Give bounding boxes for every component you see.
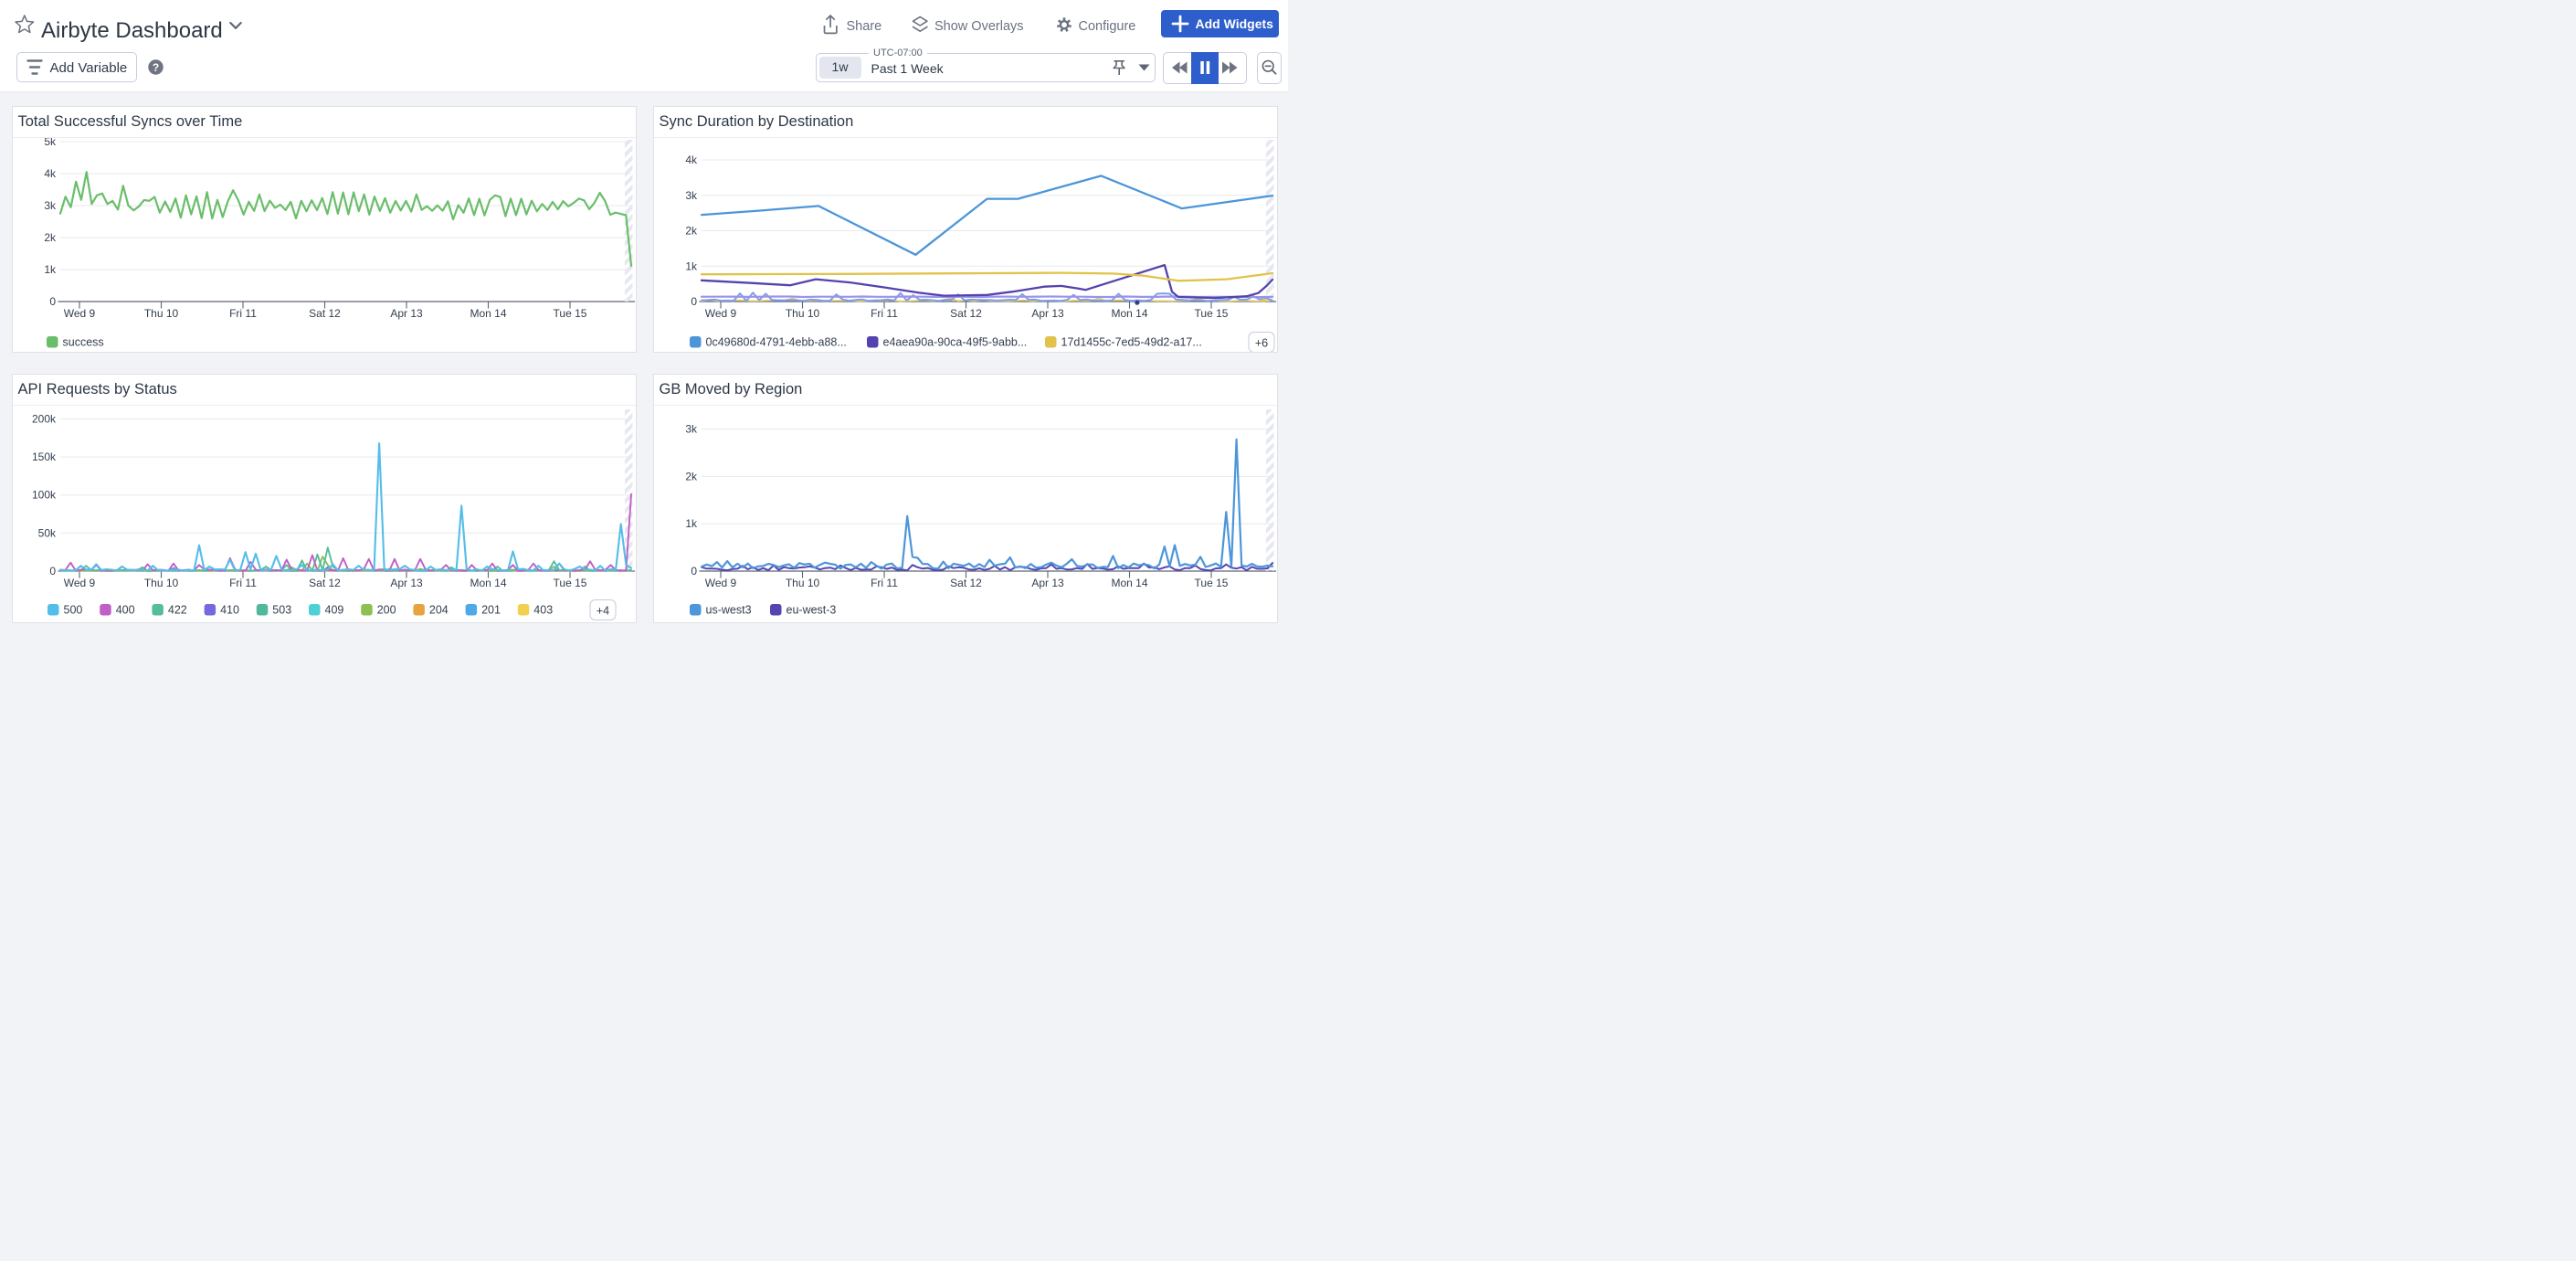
svg-text:100k: 100k bbox=[32, 488, 57, 501]
svg-text:0: 0 bbox=[691, 295, 697, 308]
svg-text:3k: 3k bbox=[44, 199, 57, 212]
svg-text:Mon 14: Mon 14 bbox=[470, 307, 506, 320]
svg-text:Fri 11: Fri 11 bbox=[229, 307, 257, 320]
svg-text:Tue 15: Tue 15 bbox=[1195, 307, 1229, 320]
svg-text:Fri 11: Fri 11 bbox=[871, 307, 898, 320]
svg-text:Thu 10: Thu 10 bbox=[144, 307, 179, 320]
svg-text:17d1455c-7ed5-49d2-a17...: 17d1455c-7ed5-49d2-a17... bbox=[1061, 336, 1202, 349]
svg-text:Tue 15: Tue 15 bbox=[1195, 576, 1229, 588]
svg-text:Sat 12: Sat 12 bbox=[309, 307, 341, 320]
svg-text:Apr 13: Apr 13 bbox=[1031, 576, 1064, 588]
svg-text:0: 0 bbox=[49, 565, 56, 578]
svg-text:Mon 14: Mon 14 bbox=[1111, 576, 1147, 588]
svg-text:201: 201 bbox=[481, 603, 501, 616]
svg-text:Sat 12: Sat 12 bbox=[950, 576, 982, 588]
svg-text:+6: +6 bbox=[1255, 336, 1268, 349]
svg-text:400: 400 bbox=[116, 603, 135, 616]
svg-text:150k: 150k bbox=[32, 450, 57, 463]
svg-text:Mon 14: Mon 14 bbox=[1111, 307, 1147, 320]
svg-text:Wed 9: Wed 9 bbox=[705, 307, 737, 320]
svg-text:3k: 3k bbox=[685, 422, 698, 435]
svg-text:us-west3: us-west3 bbox=[706, 603, 752, 616]
svg-text:Mon 14: Mon 14 bbox=[470, 576, 506, 588]
svg-text:4k: 4k bbox=[44, 167, 57, 180]
svg-text:500: 500 bbox=[64, 603, 83, 616]
svg-text:Tue 15: Tue 15 bbox=[554, 576, 587, 588]
svg-text:0: 0 bbox=[691, 565, 697, 578]
svg-text:50k: 50k bbox=[38, 526, 57, 539]
svg-text:Sat 12: Sat 12 bbox=[950, 307, 982, 320]
svg-text:3k: 3k bbox=[685, 189, 698, 202]
svg-text:1k: 1k bbox=[685, 517, 698, 530]
svg-text:2k: 2k bbox=[685, 225, 698, 238]
svg-text:Thu 10: Thu 10 bbox=[786, 576, 820, 588]
svg-text:+4: +4 bbox=[596, 604, 609, 617]
svg-text:200: 200 bbox=[377, 603, 396, 616]
svg-text:eu-west-3: eu-west-3 bbox=[787, 603, 837, 616]
svg-text:Sat 12: Sat 12 bbox=[309, 576, 341, 588]
svg-text:410: 410 bbox=[220, 603, 239, 616]
svg-text:Apr 13: Apr 13 bbox=[1031, 307, 1064, 320]
svg-text:Fri 11: Fri 11 bbox=[871, 576, 898, 588]
svg-text:Apr 13: Apr 13 bbox=[390, 576, 423, 588]
svg-text:success: success bbox=[63, 336, 104, 349]
svg-text:Tue 15: Tue 15 bbox=[554, 307, 587, 320]
svg-text:204: 204 bbox=[429, 603, 449, 616]
svg-text:1k: 1k bbox=[685, 260, 698, 272]
svg-text:0: 0 bbox=[49, 295, 56, 308]
svg-text:Apr 13: Apr 13 bbox=[390, 307, 423, 320]
svg-text:503: 503 bbox=[272, 603, 291, 616]
svg-text:Wed 9: Wed 9 bbox=[64, 576, 96, 588]
svg-text:?: ? bbox=[153, 61, 159, 74]
svg-text:Wed 9: Wed 9 bbox=[705, 576, 737, 588]
svg-text:0c49680d-4791-4ebb-a88...: 0c49680d-4791-4ebb-a88... bbox=[706, 336, 847, 349]
svg-text:e4aea90a-90ca-49f5-9abb...: e4aea90a-90ca-49f5-9abb... bbox=[883, 336, 1028, 349]
svg-text:Fri 11: Fri 11 bbox=[229, 576, 257, 588]
svg-text:4k: 4k bbox=[685, 154, 698, 166]
svg-text:Thu 10: Thu 10 bbox=[144, 576, 179, 588]
svg-text:200k: 200k bbox=[32, 412, 57, 425]
svg-text:1k: 1k bbox=[44, 263, 57, 276]
svg-text:409: 409 bbox=[325, 603, 344, 616]
svg-text:2k: 2k bbox=[44, 231, 57, 244]
svg-text:422: 422 bbox=[168, 603, 187, 616]
svg-text:403: 403 bbox=[533, 603, 553, 616]
svg-text:Thu 10: Thu 10 bbox=[786, 307, 820, 320]
svg-text:2k: 2k bbox=[685, 470, 698, 482]
svg-text:Wed 9: Wed 9 bbox=[64, 307, 96, 320]
